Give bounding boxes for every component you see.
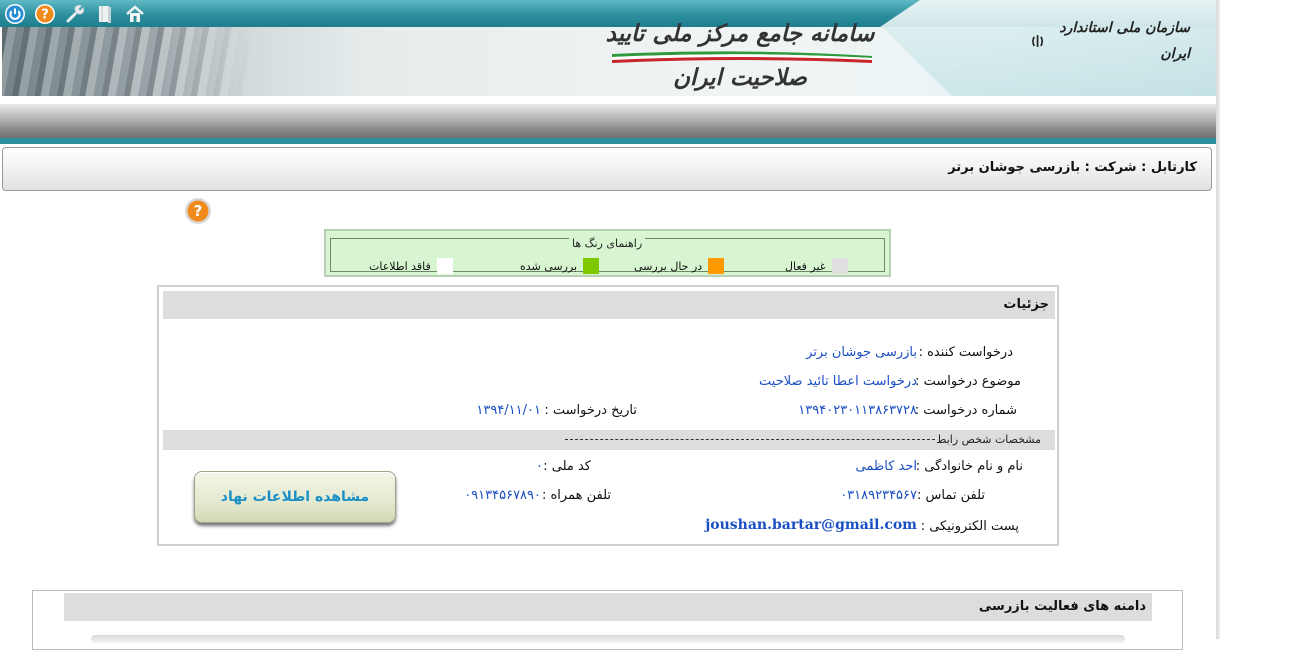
email-value[interactable]: joushan.bartar@gmail.com: [705, 517, 917, 533]
contact-name-label: نام و نام خانوادگی :: [915, 459, 1023, 474]
legend-item-in-review: در حال بررسی: [634, 257, 725, 275]
right-border: [1216, 0, 1220, 639]
legend-swatch-in-review: [708, 258, 725, 274]
book-icon[interactable]: [94, 3, 116, 25]
details-header: جزئیات: [163, 291, 1055, 319]
view-institute-button[interactable]: مشاهده اطلاعات نهاد: [194, 471, 396, 523]
power-icon[interactable]: [4, 3, 26, 25]
organization-name: سازمان ملی استاندارد ایران: [1030, 20, 1190, 62]
contact-section-header: مشخصات شخص رابط: [163, 430, 1055, 450]
requester-label: درخواست کننده :: [918, 345, 1013, 360]
breadcrumb-text: کارتابل : شرکت : بازرسی جوشان برتر: [948, 160, 1197, 175]
legend-label-inactive: غیر فعال: [785, 259, 826, 273]
navigation-bar: [0, 104, 1216, 140]
legend-swatch-no-info: [436, 258, 453, 274]
legend-title: راهنمای رنگ ها: [569, 238, 646, 250]
home-icon[interactable]: [124, 3, 146, 25]
legend-item-no-info: فاقد اطلاعات: [369, 257, 453, 275]
header-gap: [0, 96, 1216, 104]
legend-swatch-reviewed: [583, 258, 600, 274]
svg-text:?: ?: [41, 8, 49, 23]
legend-swatch-inactive: [831, 258, 848, 274]
legend-label-reviewed: بررسی شده: [520, 259, 578, 273]
inspection-scope-content-edge: [91, 635, 1125, 643]
inspection-scope-header: دامنه های فعالیت بازرسی: [64, 593, 1152, 621]
help-button[interactable]: ?: [184, 197, 212, 225]
toolbar-icons: ?: [4, 3, 146, 25]
request-number-value: ۱۳۹۴۰۲۳۰۱۱۳۸۶۳۷۲۸: [798, 403, 917, 418]
inspection-scope-panel: دامنه های فعالیت بازرسی: [32, 590, 1183, 650]
legend-label-in-review: در حال بررسی: [634, 259, 703, 273]
national-code-value: ۰: [536, 459, 543, 474]
subject-label: موضوع درخواست :: [915, 374, 1021, 389]
phone-value: ۰۳۱۸۹۲۳۴۵۶۷: [840, 488, 917, 503]
contact-name-value: احد کاظمی: [855, 459, 917, 474]
mobile-label: تلفن همراه :: [541, 488, 611, 503]
subject-value: درخواست اعطا تائید صلاحیت: [759, 374, 917, 389]
color-legend: راهنمای رنگ ها غیر فعال در حال بررسی برر…: [324, 229, 891, 277]
email-label: پست الکترونیکی :: [920, 519, 1019, 534]
banner-machinery-image: [2, 27, 252, 96]
emblem-icon: [1032, 35, 1044, 47]
national-code-label: کد ملی :: [543, 459, 591, 474]
requester-value: بازرسی جوشان برتر: [806, 345, 917, 360]
legend-label-no-info: فاقد اطلاعات: [369, 259, 431, 273]
details-panel: جزئیات درخواست کننده : بازرسی جوشان برتر…: [157, 285, 1059, 546]
legend-frame: راهنمای رنگ ها غیر فعال در حال بررسی برر…: [330, 238, 885, 275]
legend-item-reviewed: بررسی شده: [520, 257, 600, 275]
request-number-label: شماره درخواست :: [914, 403, 1017, 418]
request-date-value: ۱۳۹۴/۱۱/۰۱: [476, 403, 541, 418]
details-title: جزئیات: [1003, 297, 1049, 312]
wrench-icon[interactable]: [64, 3, 86, 25]
contact-section-title: مشخصات شخص رابط: [936, 433, 1041, 446]
navigation-bar-accent: [0, 138, 1216, 144]
contact-section-divider: [565, 439, 935, 440]
organization-label: سازمان ملی استاندارد ایران: [1059, 20, 1190, 62]
phone-label: تلفن تماس :: [916, 488, 985, 503]
help-icon: ?: [185, 198, 211, 224]
breadcrumb: کارتابل : شرکت : بازرسی جوشان برتر: [2, 147, 1212, 191]
svg-text:?: ?: [194, 202, 203, 220]
request-date-label: تاریخ درخواست :: [544, 403, 637, 418]
help-icon[interactable]: ?: [34, 3, 56, 25]
mobile-value: ۰۹۱۳۴۵۶۷۸۹۰: [464, 488, 541, 503]
flag-swoosh: [612, 51, 872, 63]
legend-item-inactive: غیر فعال: [785, 257, 848, 275]
inspection-scope-title: دامنه های فعالیت بازرسی: [978, 599, 1146, 614]
